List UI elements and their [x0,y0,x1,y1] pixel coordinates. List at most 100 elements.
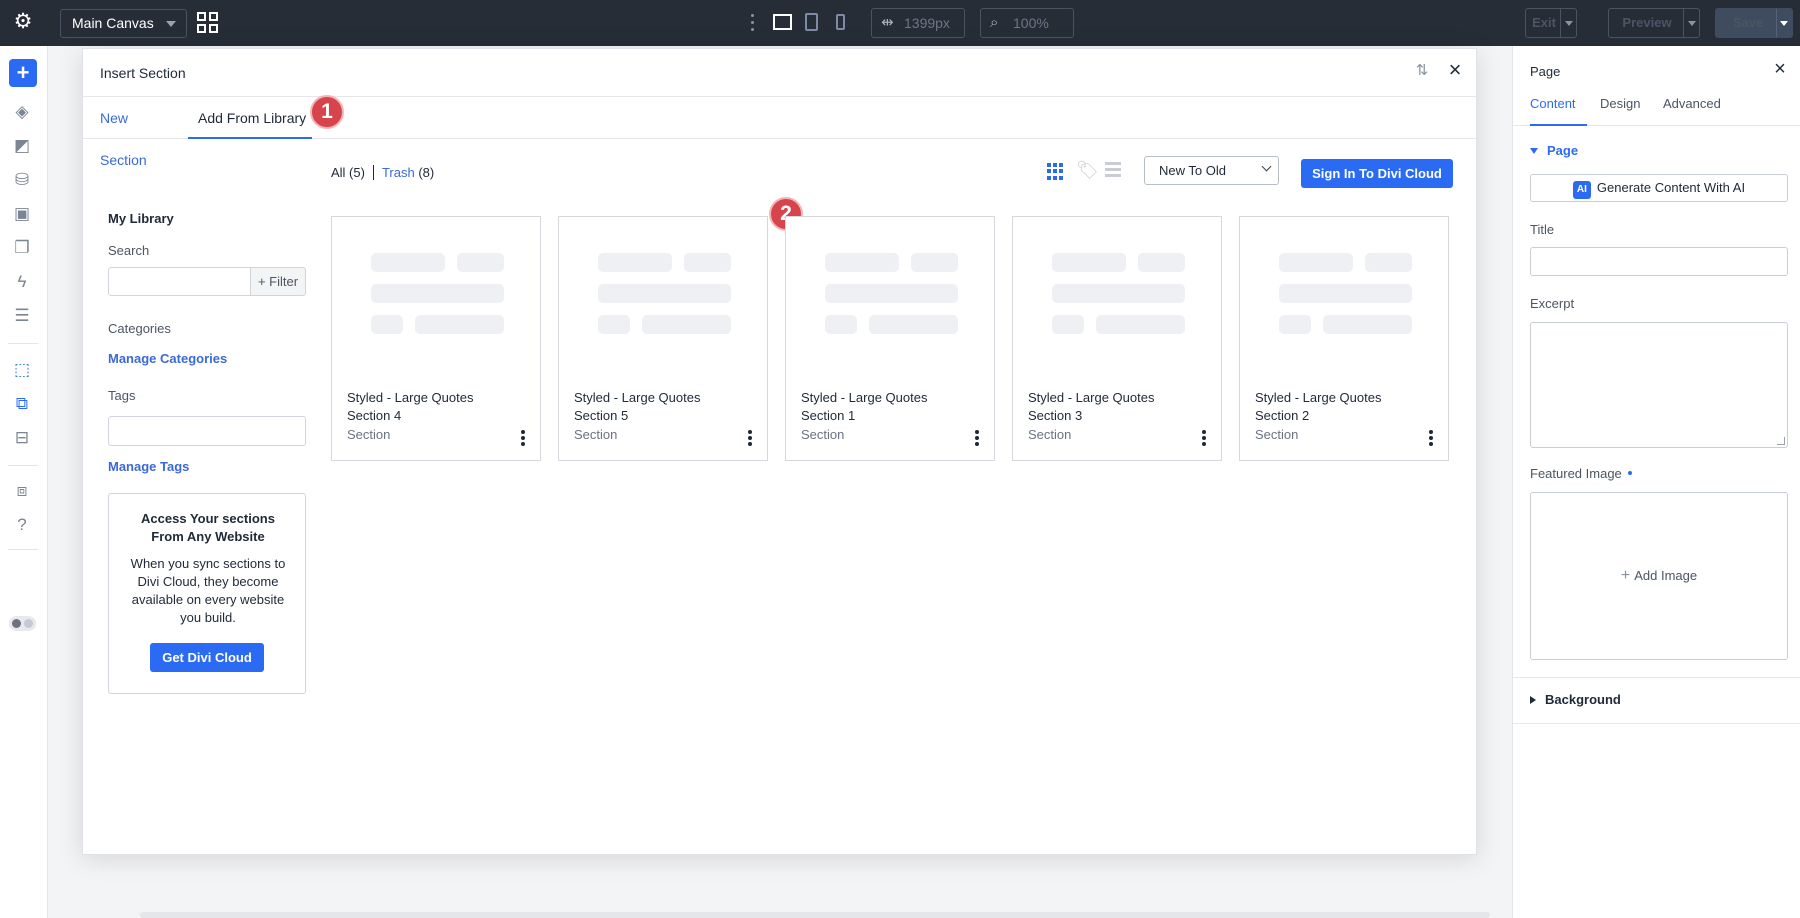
library-item[interactable]: Styled - Large Quotes Section 1 Section [785,216,995,461]
width-arrows-icon: ⇹ [881,14,894,31]
kebab-menu-icon[interactable] [1202,430,1206,446]
filter-button[interactable]: + Filter [251,267,306,296]
panel-title: Page [1530,64,1561,79]
promo-body: When you sync sections to Divi Cloud, th… [130,556,286,625]
kebab-menu-icon[interactable] [748,430,752,446]
kebab-menu-icon[interactable] [975,430,979,446]
tags-label: Tags [108,388,136,403]
zoom-field[interactable]: ⌕ 100% [980,8,1074,38]
list-icon[interactable]: ☰ [10,304,34,328]
resize-grip-icon[interactable] [1777,437,1785,445]
page-settings-icon[interactable]: ▣ [10,202,34,226]
title-input[interactable] [1530,247,1788,276]
modal-tabs: New Section Add From Library [83,97,1476,168]
background-section-toggle[interactable]: Background [1530,692,1621,707]
search-label: Search [108,243,150,258]
kebab-menu-icon[interactable] [521,430,525,446]
save-button[interactable]: Save [1715,8,1793,38]
sort-select[interactable]: New To Old [1144,156,1279,185]
triangle-right-icon [1530,696,1536,704]
width-value: 1399px [904,15,950,31]
ai-icon: AI [1572,181,1591,199]
tags-input[interactable] [108,416,306,446]
modal-title: Insert Section [100,65,186,81]
pages-icon[interactable]: ❐ [10,236,34,260]
title-label: Title [1530,222,1555,237]
tab-design[interactable]: Design [1600,90,1640,126]
multi-select-icon[interactable]: ⧉ [10,392,34,416]
categories-label: Categories [108,321,171,336]
list-view-icon[interactable] [1105,162,1123,179]
select-element-icon[interactable]: ⬚ [10,358,34,382]
library-item[interactable]: Styled - Large Quotes Section 4 Section [331,216,541,461]
get-divi-cloud-button[interactable]: Get Divi Cloud [150,643,264,672]
exit-button[interactable]: Exit [1525,8,1577,38]
generate-ai-button[interactable]: AI Generate Content With AI [1530,174,1788,202]
library-item-type: Section [1028,427,1072,442]
lightning-icon[interactable]: ϟ [10,270,34,294]
magnifier-icon: ⌕ [990,14,999,31]
save-dropdown-icon[interactable] [1780,21,1788,26]
layout-grid-icon[interactable] [197,12,218,33]
width-field[interactable]: ⇹ 1399px [871,8,965,38]
modal-header: Insert Section ⇅ × [83,49,1476,97]
tab-add-from-library[interactable]: Add From Library [188,97,312,139]
library-item-title: Styled - Large Quotes Section 3 [1028,390,1155,423]
close-icon[interactable]: × [1770,58,1790,81]
excerpt-label: Excerpt [1530,296,1575,311]
triangle-down-icon [1530,148,1538,154]
library-item-title: Styled - Large Quotes Section 5 [574,390,701,423]
grid-view-icon[interactable] [1047,163,1064,180]
page-settings-panel: Page × Content Design Advanced Page AI Ge… [1512,46,1800,918]
library-item[interactable]: Styled - Large Quotes Section 5 Section [558,216,768,461]
add-icon[interactable]: + [9,59,37,87]
page-section-toggle[interactable]: Page [1530,143,1578,158]
layers-icon[interactable]: ◈ [10,100,34,124]
vertical-dots-icon[interactable] [751,14,755,32]
library-item-title: Styled - Large Quotes Section 4 [347,390,474,423]
tag-view-icon[interactable]: 🏷︎ [1076,160,1099,180]
page-section-label: Page [1547,143,1579,158]
all-filter[interactable]: All (5) [331,165,365,180]
trash-filter[interactable]: Trash [382,165,415,180]
database-icon[interactable]: ⛁ [10,168,34,192]
step-badge-1: 1 [310,95,344,129]
left-rail: + ◈ ◩ ⛁ ▣ ❐ ϟ ☰ ⬚ ⧉ ⊟ ⧈ ? [0,46,48,918]
featured-image-dropzone[interactable]: + Add Image [1530,492,1788,660]
preview-dropdown-icon[interactable] [1688,21,1696,26]
presets-icon[interactable]: ⊟ [10,426,34,450]
tab-advanced[interactable]: Advanced [1663,90,1721,126]
tab-new-section[interactable]: New Section [100,97,178,168]
manage-categories-link[interactable]: Manage Categories [108,351,227,366]
promo-title: Access Your sections From Any Website [141,511,275,544]
add-image-button[interactable]: + Add Image [1531,567,1787,585]
library-item-type: Section [801,427,845,442]
phone-view-icon[interactable] [836,14,845,30]
library-search-input[interactable] [108,267,251,296]
preview-label: Preview [1622,15,1672,30]
gear-icon[interactable]: ⚙ [12,11,34,33]
canvas-select[interactable]: Main Canvas [60,9,187,38]
close-icon[interactable]: × [1444,59,1466,81]
theme-builder-icon[interactable]: ◩ [10,134,34,158]
kebab-menu-icon[interactable] [1429,430,1433,446]
tab-content[interactable]: Content [1530,90,1587,126]
divi-cloud-promo: Access Your sections From Any Website Wh… [108,493,306,694]
desktop-view-icon[interactable] [773,14,792,30]
manage-tags-link[interactable]: Manage Tags [108,459,189,474]
sort-icon[interactable]: ⇅ [1413,62,1431,80]
preview-button[interactable]: Preview [1608,8,1700,38]
tablet-view-icon[interactable] [805,13,818,31]
help-icon[interactable]: ? [10,513,34,537]
excerpt-textarea[interactable] [1530,322,1788,448]
portability-icon[interactable]: ⧈ [10,479,34,503]
plus-icon: + [1620,567,1631,584]
sign-in-divi-cloud-button[interactable]: Sign In To Divi Cloud [1301,159,1453,188]
zoom-value: 100% [1013,15,1049,31]
library-item[interactable]: Styled - Large Quotes Section 3 Section [1012,216,1222,461]
exit-dropdown-icon[interactable] [1565,21,1573,26]
library-item[interactable]: Styled - Large Quotes Section 2 Section [1239,216,1449,461]
featured-image-text: Featured Image [1530,466,1622,481]
background-section-label: Background [1545,692,1621,707]
mode-toggle[interactable] [9,616,36,631]
